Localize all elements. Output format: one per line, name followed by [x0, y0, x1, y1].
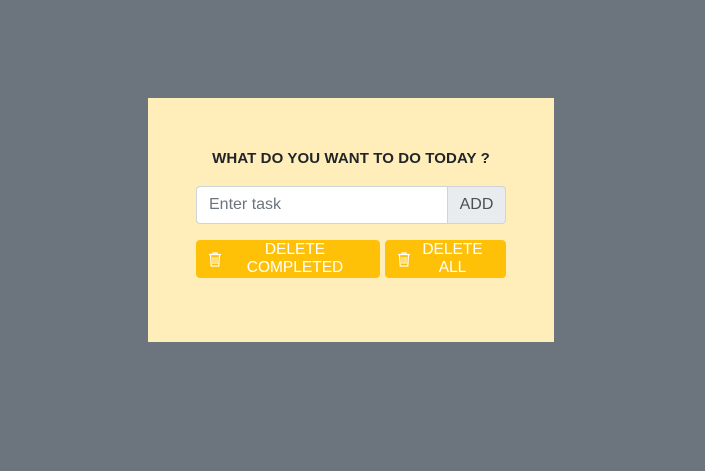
todo-card: WHAT DO YOU WANT TO DO TODAY ? ADD DELET… [148, 98, 554, 342]
delete-completed-button[interactable]: DELETE COMPLETED [196, 240, 380, 278]
delete-all-button[interactable]: DELETE ALL [385, 240, 506, 278]
add-button[interactable]: ADD [447, 186, 506, 224]
action-buttons: DELETE COMPLETED DELETE ALL [196, 240, 506, 278]
task-input[interactable] [196, 186, 447, 224]
task-input-group: ADD [196, 186, 506, 224]
trash-icon [208, 251, 222, 267]
delete-all-label: DELETE ALL [422, 241, 483, 276]
delete-completed-label: DELETE COMPLETED [246, 241, 344, 276]
card-title: WHAT DO YOU WANT TO DO TODAY ? [212, 150, 490, 167]
trash-icon [397, 251, 411, 267]
